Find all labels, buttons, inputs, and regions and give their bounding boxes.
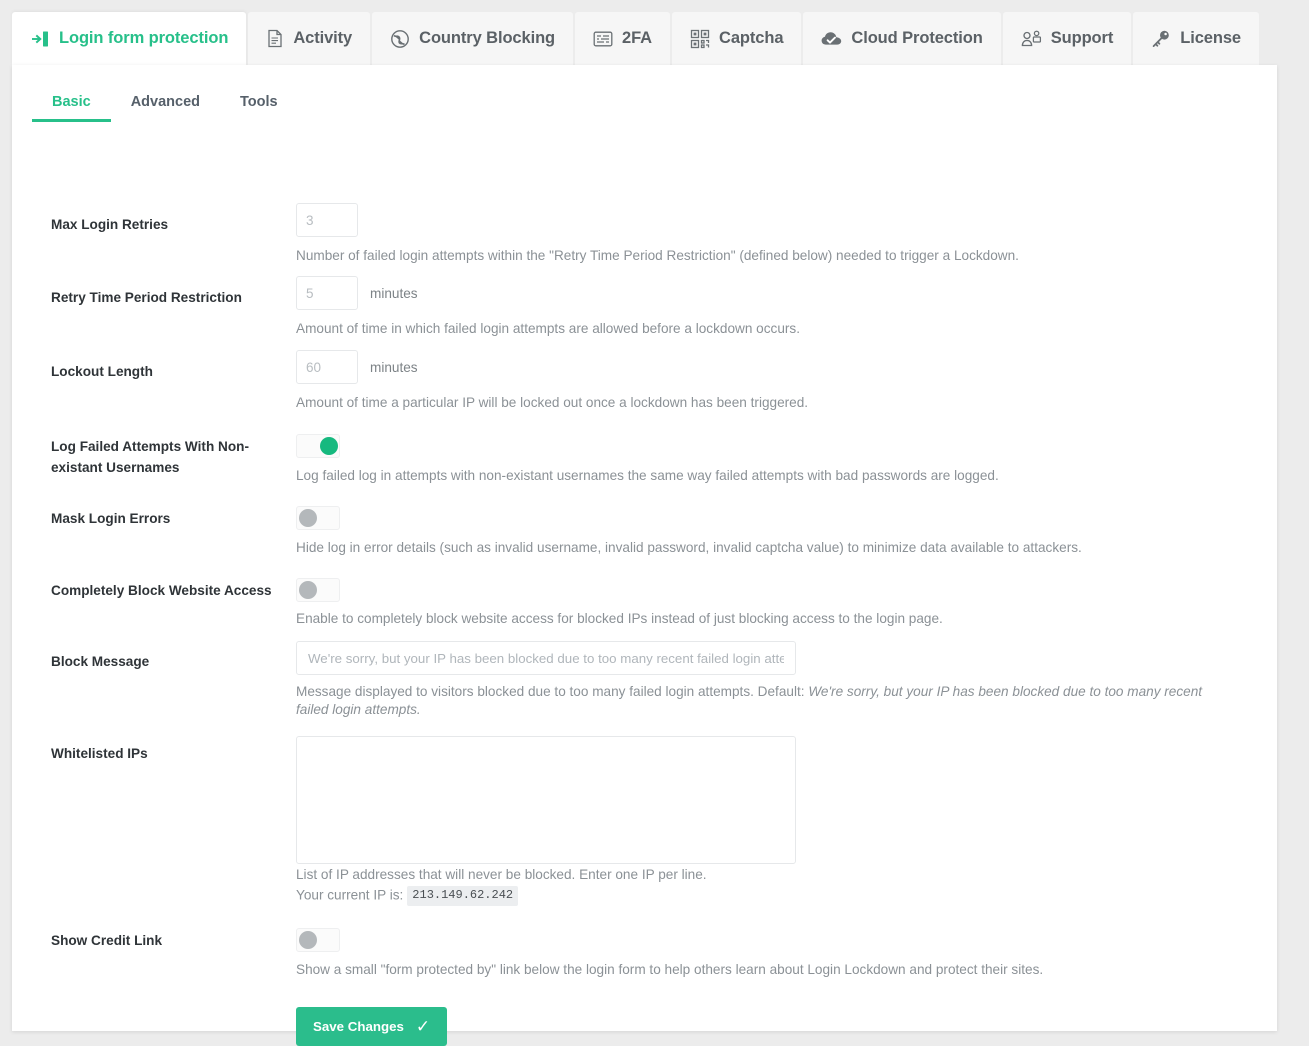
tab-support[interactable]: Support (1002, 12, 1132, 65)
tab-label: Support (1050, 29, 1114, 47)
tab-cloud-protection[interactable]: Cloud Protection (803, 12, 1001, 65)
key-icon (1151, 29, 1171, 49)
retry-time-period-unit: minutes (370, 285, 418, 301)
settings-panel: Basic Advanced Tools Max Login Retries N… (12, 65, 1277, 1046)
max-login-retries-input[interactable] (296, 203, 358, 237)
tab-country-blocking[interactable]: Country Blocking (372, 12, 574, 65)
toggle-knob (299, 509, 317, 527)
tab-label: Login form protection (59, 29, 229, 47)
tab-label: License (1180, 29, 1242, 47)
tab-captcha[interactable]: Captcha (672, 12, 802, 65)
current-ip-value: 213.149.62.242 (407, 886, 519, 906)
current-ip-line: Your current IP is: 213.149.62.242 (296, 886, 519, 906)
people-icon (1021, 29, 1042, 48)
check-icon: ✓ (415, 1017, 431, 1036)
field-label: Show Credit Link (51, 933, 163, 948)
lockout-length-input[interactable] (296, 350, 358, 384)
subtab-basic[interactable]: Basic (32, 86, 111, 122)
tab-label: Activity (293, 29, 353, 47)
sub-tab-bar: Basic Advanced Tools (32, 86, 298, 122)
tab-label: Country Blocking (419, 29, 556, 47)
field-label: Max Login Retries (51, 217, 169, 232)
log-failed-attempts-control (296, 434, 340, 463)
field-description: Enable to completely block website acces… (296, 611, 943, 626)
toggle-knob (299, 931, 317, 949)
block-message-description-prefix: Message displayed to visitors blocked du… (296, 684, 809, 699)
keypad-icon (593, 30, 613, 48)
main-tab-bar: Login form protection Activity Country B… (12, 12, 1277, 65)
retry-time-period-input[interactable] (296, 276, 358, 310)
save-button-label: Save Changes (313, 1019, 404, 1034)
field-label: Log Failed Attempts With Non-existant Us… (51, 439, 249, 476)
tab-activity[interactable]: Activity (248, 12, 371, 65)
retry-time-period-control: minutes (296, 276, 418, 310)
completely-block-toggle[interactable] (296, 578, 340, 602)
app-root: Login form protection Activity Country B… (0, 0, 1309, 1046)
field-label: Mask Login Errors (51, 511, 171, 526)
subtab-advanced[interactable]: Advanced (111, 86, 220, 122)
field-description: List of IP addresses that will never be … (296, 867, 707, 882)
show-credit-link-control (296, 928, 340, 957)
field-label: Whitelisted IPs (51, 746, 148, 761)
field-label: Completely Block Website Access (51, 583, 272, 598)
mask-login-errors-toggle[interactable] (296, 506, 340, 530)
login-door-icon (30, 29, 50, 49)
cloud-check-icon (821, 31, 842, 47)
field-description: Message displayed to visitors blocked du… (296, 683, 1231, 719)
subtab-label: Tools (240, 94, 278, 110)
tab-login-form-protection[interactable]: Login form protection (12, 12, 247, 65)
captcha-icon (690, 29, 710, 49)
tab-label: Cloud Protection (851, 29, 983, 47)
save-changes-button[interactable]: Save Changes ✓ (296, 1007, 448, 1046)
toggle-knob (299, 581, 317, 599)
globe-icon (390, 29, 410, 49)
tab-label: Captcha (719, 29, 784, 47)
field-description: Amount of time in which failed login att… (296, 321, 800, 336)
current-ip-label: Your current IP is: (296, 887, 404, 903)
save-control: Save Changes ✓ (296, 1007, 448, 1046)
tab-license[interactable]: License (1133, 12, 1260, 65)
whitelisted-ips-control (296, 736, 796, 869)
field-label: Block Message (51, 654, 150, 669)
tab-2fa[interactable]: 2FA (575, 12, 670, 65)
field-label: Lockout Length (51, 364, 153, 379)
lockout-length-unit: minutes (370, 359, 418, 375)
subtab-label: Basic (52, 94, 91, 110)
document-icon (266, 29, 284, 48)
block-message-input[interactable] (296, 641, 796, 675)
completely-block-control (296, 578, 340, 607)
log-failed-attempts-toggle[interactable] (296, 434, 340, 458)
tab-label: 2FA (622, 29, 652, 47)
mask-login-errors-control (296, 506, 340, 535)
show-credit-link-toggle[interactable] (296, 928, 340, 952)
whitelisted-ips-textarea[interactable] (296, 736, 796, 864)
subtab-tools[interactable]: Tools (220, 86, 298, 122)
subtab-label: Advanced (130, 94, 201, 110)
max-login-retries-control (296, 203, 358, 237)
block-message-control (296, 641, 796, 675)
field-description: Amount of time a particular IP will be l… (296, 395, 809, 410)
field-label: Retry Time Period Restriction (51, 290, 242, 305)
field-description: Hide log in error details (such as inval… (296, 540, 1082, 555)
field-description: Log failed log in attempts with non-exis… (296, 468, 999, 483)
toggle-knob (320, 437, 338, 455)
field-description: Show a small "form protected by" link be… (296, 962, 1044, 977)
lockout-length-control: minutes (296, 350, 418, 384)
field-description: Number of failed login attempts within t… (296, 248, 1019, 263)
